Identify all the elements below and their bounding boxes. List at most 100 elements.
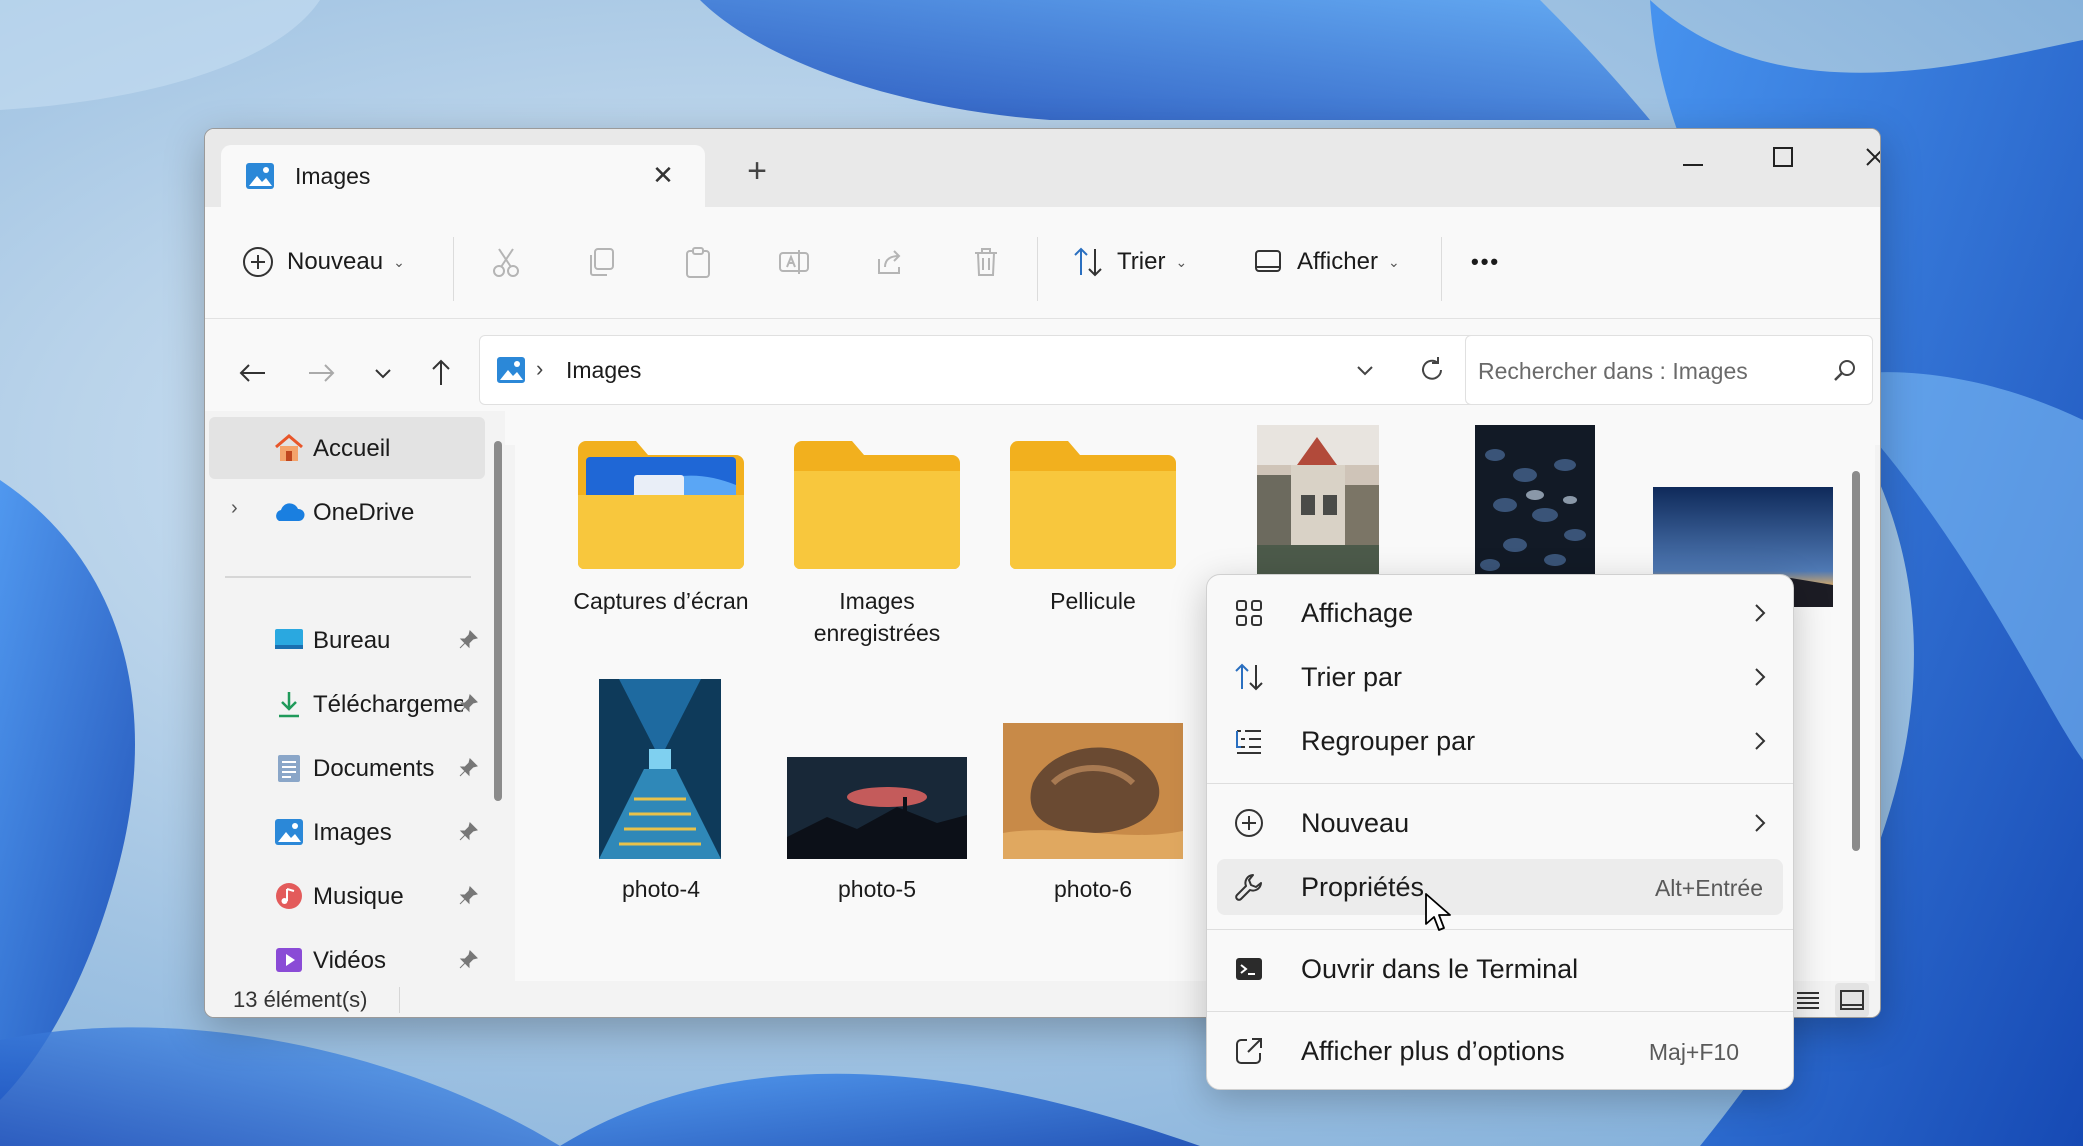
copy-icon [590, 248, 614, 276]
menu-separator [1207, 783, 1793, 784]
back-arrow-icon[interactable] [231, 351, 275, 395]
cut-button[interactable] [489, 237, 523, 287]
minimize-button[interactable] [1653, 137, 1733, 183]
menu-item-afficher-plus-options[interactable]: Afficher plus d’options Maj+F10 [1217, 1023, 1783, 1079]
menu-item-label: Trier par [1301, 662, 1403, 692]
list-icon [1236, 730, 1261, 754]
folder-icon [794, 441, 960, 569]
menu-item-trier-par[interactable]: Trier par [1217, 649, 1783, 705]
sidebar-item-label: Bureau [313, 627, 391, 654]
menu-item-proprietes[interactable]: Propriétés Alt+Entrée [1217, 859, 1783, 915]
sidebar-item-accueil[interactable]: Accueil [209, 417, 485, 479]
sort-icon [1235, 663, 1263, 691]
chevron-right-icon [1755, 668, 1766, 686]
sort-button[interactable]: Trier ⌄ [1071, 237, 1187, 287]
trash-icon [975, 248, 997, 276]
close-window-button[interactable] [1835, 137, 1880, 183]
view-icon [1255, 250, 1281, 272]
content-scrollbar[interactable] [1849, 439, 1863, 949]
breadcrumb[interactable]: Images [566, 357, 641, 384]
maximize-button[interactable] [1743, 137, 1823, 183]
sidebar-item-telechargements[interactable]: Téléchargements [209, 673, 485, 735]
wrench-icon [1235, 874, 1262, 901]
plus-circle-icon [243, 247, 273, 277]
sidebar-item-bureau[interactable]: Bureau [209, 609, 485, 671]
chevron-down-icon[interactable] [1350, 356, 1380, 386]
photo-thumbnail [599, 679, 721, 859]
tab-images[interactable]: Images ✕ [221, 145, 705, 207]
pin-icon[interactable] [457, 949, 479, 971]
up-arrow-icon[interactable] [419, 351, 463, 395]
sidebar-item-label: Images [313, 819, 392, 846]
view-button[interactable]: Afficher ⌄ [1251, 237, 1400, 287]
sidebar-item-documents[interactable]: Documents [209, 737, 485, 799]
paste-button[interactable] [681, 237, 715, 287]
sidebar-item-musique[interactable]: Musique [209, 865, 485, 927]
search-box[interactable] [1465, 335, 1873, 405]
search-icon[interactable] [1830, 356, 1860, 386]
status-divider [399, 987, 400, 1013]
menu-item-affichage[interactable]: Affichage [1217, 585, 1783, 641]
new-button[interactable]: Nouveau ⌄ [241, 237, 405, 287]
chevron-down-icon: ⌄ [393, 253, 405, 270]
pin-icon[interactable] [457, 821, 479, 843]
new-tab-button[interactable]: + [735, 151, 779, 195]
breadcrumb-chevron-icon[interactable]: › [536, 356, 543, 382]
sort-label: Trier [1117, 248, 1166, 275]
menu-item-label: Propriétés [1301, 872, 1425, 902]
menu-item-label: Ouvrir dans le Terminal [1301, 954, 1579, 984]
menu-item-shortcut: Alt+Entrée [1654, 875, 1763, 901]
menu-item-label: Affichage [1301, 598, 1414, 628]
chevron-down-icon: ⌄ [1175, 253, 1188, 270]
sort-icon [1074, 247, 1102, 277]
tab-title: Images [295, 163, 371, 189]
chevron-down-icon: ⌄ [1387, 253, 1400, 270]
sidebar-item-label: Documents [313, 755, 435, 782]
rename-button[interactable] [777, 237, 811, 287]
rename-icon [779, 250, 809, 274]
menu-item-label: Regrouper par [1301, 726, 1476, 756]
details-view-icon[interactable] [1791, 983, 1825, 1017]
menu-item-nouveau[interactable]: Nouveau [1217, 795, 1783, 851]
menu-separator [1207, 1011, 1793, 1012]
toolbar-divider [1037, 237, 1038, 301]
sidebar-item-label: Musique [313, 883, 404, 910]
pin-icon[interactable] [457, 693, 479, 715]
sidebar-item-images[interactable]: Images [209, 801, 485, 863]
folder-icon [1010, 441, 1176, 569]
close-tab-icon[interactable]: ✕ [645, 157, 681, 193]
share-button[interactable] [873, 237, 907, 287]
copy-button[interactable] [585, 237, 619, 287]
search-input[interactable] [1478, 354, 1818, 388]
recent-locations-chevron-icon[interactable] [361, 351, 405, 395]
item-name: Captures d’écran [573, 588, 749, 614]
external-icon [1236, 1038, 1262, 1064]
pin-icon[interactable] [457, 629, 479, 651]
large-icons-view-icon[interactable] [1835, 983, 1869, 1017]
toolbar-divider [1441, 237, 1442, 301]
item-name: photo-4 [621, 876, 700, 902]
context-menu: Affichage Trier par Regrouper par Nouvea… [1206, 574, 1794, 1090]
pin-icon[interactable] [457, 757, 479, 779]
document-icon [278, 755, 300, 782]
forward-arrow-icon[interactable] [299, 351, 343, 395]
sidebar-scrollbar[interactable] [491, 441, 505, 821]
share-icon [878, 250, 901, 274]
menu-item-ouvrir-terminal[interactable]: Ouvrir dans le Terminal [1217, 941, 1783, 997]
plus-circle-icon [1235, 809, 1263, 837]
sidebar-item-label: OneDrive [313, 499, 415, 526]
menu-item-regrouper-par[interactable]: Regrouper par [1217, 713, 1783, 769]
image-icon [246, 163, 274, 189]
pin-icon[interactable] [457, 885, 479, 907]
refresh-icon[interactable] [1416, 354, 1448, 386]
address-bar[interactable]: › Images [479, 335, 1489, 405]
chevron-right-icon[interactable]: › [231, 497, 238, 520]
chevron-right-icon [1755, 732, 1766, 750]
more-options-button[interactable]: ••• [1471, 237, 1500, 287]
scissors-icon [493, 248, 519, 277]
sidebar-item-onedrive[interactable]: › OneDrive [209, 481, 485, 543]
delete-button[interactable] [969, 237, 1003, 287]
sidebar-divider [225, 576, 471, 578]
toolbar-divider [453, 237, 454, 301]
item-name: Images enregistrées [813, 588, 941, 646]
